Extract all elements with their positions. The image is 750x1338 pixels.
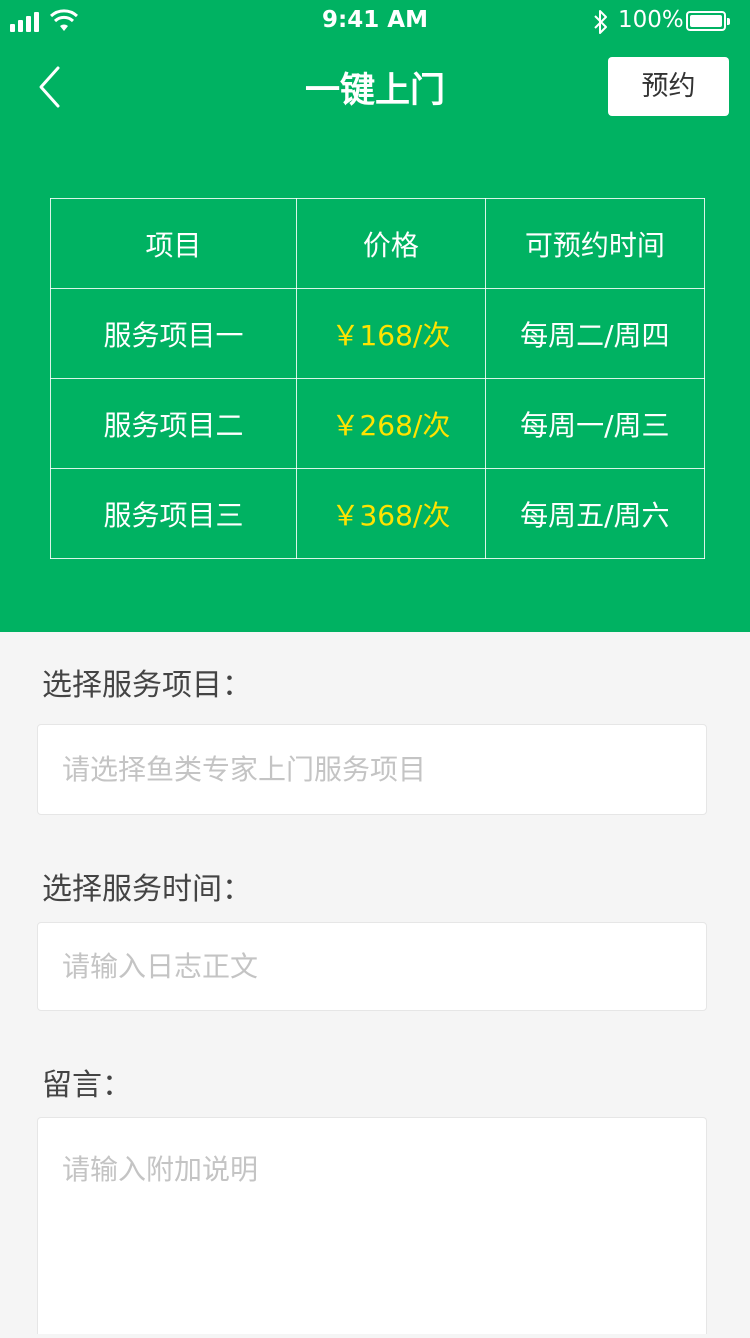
- bluetooth-icon: [594, 10, 607, 34]
- service-label: 选择服务项目：: [42, 668, 252, 703]
- price-table: 项目 价格 可预约时间 服务项目一 ￥168/次 每周二/周四 服务项目二 ￥2…: [49, 198, 706, 559]
- service-time: 每周五/周六: [484, 468, 706, 559]
- service-select-field[interactable]: [37, 724, 707, 815]
- battery-icon: [686, 11, 730, 31]
- service-name: 服务项目三: [49, 468, 298, 559]
- service-price: ￥368/次: [296, 468, 486, 559]
- table-row: 服务项目二 ￥268/次 每周一/周三: [49, 378, 706, 469]
- message-label: 留言：: [42, 1068, 132, 1103]
- message-textarea[interactable]: [38, 1118, 706, 1334]
- status-bar: 9:41 AM 100%: [0, 0, 750, 44]
- service-name: 服务项目一: [49, 288, 298, 379]
- header-price: 价格: [296, 198, 486, 289]
- service-time: 每周二/周四: [484, 288, 706, 379]
- service-time: 每周一/周三: [484, 378, 706, 469]
- service-price: ￥168/次: [296, 288, 486, 379]
- table-row: 服务项目三 ￥368/次 每周五/周六: [49, 468, 706, 559]
- header-banner: 9:41 AM 100% 一键上门 预约 项目 价格 可预约时间 服务项目一 ￥…: [0, 0, 750, 632]
- service-price: ￥268/次: [296, 378, 486, 469]
- reserve-button[interactable]: 预约: [608, 57, 729, 116]
- table-row: 服务项目一 ￥168/次 每周二/周四: [49, 288, 706, 379]
- message-field[interactable]: [37, 1117, 707, 1334]
- table-header-row: 项目 价格 可预约时间: [49, 198, 706, 289]
- header-project: 项目: [49, 198, 298, 289]
- service-select-input[interactable]: [38, 725, 706, 814]
- time-input-field[interactable]: [37, 922, 707, 1011]
- battery-percentage: 100%: [618, 7, 684, 33]
- service-name: 服务项目二: [49, 378, 298, 469]
- header-available-time: 可预约时间: [484, 198, 706, 289]
- time-label: 选择服务时间：: [42, 872, 252, 907]
- time-input[interactable]: [38, 923, 706, 1010]
